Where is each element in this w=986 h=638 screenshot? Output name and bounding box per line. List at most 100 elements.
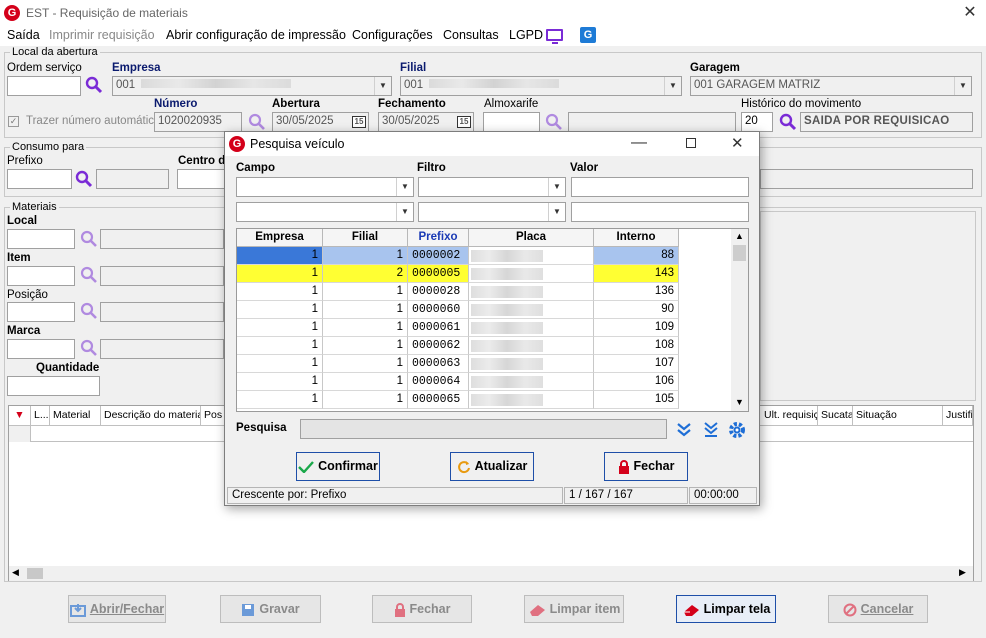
veiculo-row[interactable]: 1 2 0000005 143 — [237, 265, 679, 283]
item-input[interactable] — [7, 266, 75, 286]
abertura-date[interactable]: 30/05/2025 15 — [272, 112, 369, 132]
col-material[interactable]: Material — [50, 406, 101, 426]
filtro-select-1[interactable]: ▼ — [418, 177, 566, 197]
veiculo-row[interactable]: 1 1 0000060 90 — [237, 301, 679, 319]
menu-imprimir-requisicao[interactable]: Imprimir requisição — [49, 28, 155, 42]
double-chevron-down-icon[interactable] — [676, 422, 692, 438]
cell-interno: 136 — [594, 283, 679, 301]
search-icon[interactable] — [80, 230, 98, 248]
veiculo-row[interactable]: 1 1 0000002 88 — [237, 247, 679, 265]
posicao-input[interactable] — [7, 302, 75, 322]
veiculo-row[interactable]: 1 1 0000062 108 — [237, 337, 679, 355]
scroll-thumb[interactable] — [27, 568, 43, 579]
veiculo-row[interactable]: 1 1 0000061 109 — [237, 319, 679, 337]
col-ult-requisicao[interactable]: Ult. requisição — [761, 406, 818, 426]
menu-consultas[interactable]: Consultas — [443, 28, 499, 42]
col-pos[interactable]: Pos — [201, 406, 225, 426]
fechar-button[interactable]: Fechar — [372, 595, 472, 623]
menu-lgpd[interactable]: LGPD — [509, 28, 543, 42]
trazer-numero-checkbox[interactable]: ✓ — [8, 116, 19, 127]
cancelar-button[interactable]: Cancelar — [828, 595, 928, 623]
col-justificativa[interactable]: Justifi — [943, 406, 973, 426]
almoxarife-name — [568, 112, 736, 132]
gear-icon[interactable] — [728, 421, 746, 439]
gravar-button[interactable]: Gravar — [220, 595, 321, 623]
quantidade-input[interactable] — [7, 376, 100, 396]
fechamento-date[interactable]: 30/05/2025 15 — [378, 112, 474, 132]
valor-input-2[interactable] — [571, 202, 749, 222]
abertura-label: Abertura — [272, 98, 320, 110]
posicao-label: Posição — [7, 289, 48, 301]
col-sucata[interactable]: Sucata — [818, 406, 853, 426]
marca-input[interactable] — [7, 339, 75, 359]
prefixo-label: Prefixo — [7, 155, 43, 167]
col-placa[interactable]: Placa — [469, 229, 594, 247]
scroll-up-icon[interactable]: ▲ — [735, 231, 744, 241]
scroll-down-icon[interactable]: ▼ — [735, 397, 744, 407]
scroll-left-icon[interactable]: ◀ — [12, 567, 19, 578]
search-icon[interactable] — [80, 266, 98, 284]
historico-code-input[interactable]: 20 — [741, 112, 773, 132]
abrir-fechar-button[interactable]: Abrir/Fechar — [68, 595, 166, 623]
valor-input-1[interactable] — [571, 177, 749, 197]
minimize-button[interactable]: — — [631, 134, 647, 152]
cell-placa — [469, 337, 594, 355]
numero-input[interactable]: 1020020935 — [154, 112, 242, 132]
limpar-item-button[interactable]: Limpar item — [524, 595, 624, 623]
col-interno[interactable]: Interno — [594, 229, 679, 247]
calendar-icon[interactable]: 15 — [457, 116, 471, 128]
col-situacao[interactable]: Situação — [853, 406, 943, 426]
pesquisa-input[interactable] — [300, 419, 667, 439]
close-window-button[interactable]: ✕ — [960, 3, 980, 23]
centro-input[interactable] — [177, 169, 225, 189]
search-icon[interactable] — [75, 170, 93, 188]
chevron-down-to-end-icon[interactable] — [703, 422, 719, 438]
pesquisa-label: Pesquisa — [236, 422, 287, 434]
veiculo-row[interactable]: 1 1 0000064 106 — [237, 373, 679, 391]
g-app-icon[interactable]: G — [580, 27, 596, 43]
col-filial[interactable]: Filial — [323, 229, 408, 247]
search-icon[interactable] — [80, 302, 98, 320]
menu-abrir-configuracao[interactable]: Abrir configuração de impressão — [166, 28, 346, 42]
prefixo-input[interactable] — [7, 169, 72, 189]
veiculo-row[interactable]: 1 1 0000065 105 — [237, 391, 679, 409]
campo-select-1[interactable]: ▼ — [236, 177, 414, 197]
col-empresa[interactable]: Empresa — [237, 229, 323, 247]
limpar-tela-button[interactable]: Limpar tela — [676, 595, 776, 623]
search-icon[interactable] — [248, 113, 266, 131]
grid-horizontal-scrollbar[interactable]: ◀ ▶ — [9, 566, 973, 581]
filtro-select-2[interactable]: ▼ — [418, 202, 566, 222]
empresa-select[interactable]: 001 ▼ — [112, 76, 392, 96]
confirmar-button[interactable]: Confirmar — [296, 452, 380, 481]
almoxarife-input[interactable] — [483, 112, 540, 132]
sort-triangle-icon[interactable]: ▼ — [9, 406, 31, 426]
local-input[interactable] — [7, 229, 75, 249]
calendar-icon[interactable]: 15 — [352, 116, 366, 128]
dialog-close-button[interactable]: ✕ — [731, 134, 744, 152]
monitor-icon[interactable] — [546, 29, 563, 44]
search-icon[interactable] — [545, 113, 563, 131]
col-descricao[interactable]: Descrição do material — [101, 406, 201, 426]
menu-configuracoes[interactable]: Configurações — [352, 28, 433, 42]
search-icon[interactable] — [80, 339, 98, 357]
dialog-fechar-button[interactable]: Fechar — [604, 452, 688, 481]
search-icon[interactable] — [85, 76, 103, 94]
veiculos-grid[interactable]: Empresa Filial Prefixo Placa Interno 110… — [236, 228, 749, 412]
ordem-servico-input[interactable] — [7, 76, 81, 96]
garagem-select[interactable]: 001 GARAGEM MATRIZ ▼ — [690, 76, 972, 96]
atualizar-button[interactable]: Atualizar — [450, 452, 534, 481]
veiculo-row[interactable]: 1 1 0000063 107 — [237, 355, 679, 373]
status-sort: Crescente por: Prefixo — [227, 487, 563, 504]
scroll-right-icon[interactable]: ▶ — [959, 567, 966, 578]
campo-select-2[interactable]: ▼ — [236, 202, 414, 222]
col-l[interactable]: L... — [31, 406, 50, 426]
scroll-thumb[interactable] — [733, 245, 746, 261]
filial-select[interactable]: 001 ▼ — [400, 76, 682, 96]
col-prefixo[interactable]: Prefixo — [408, 229, 469, 247]
grid-vertical-scrollbar[interactable]: ▲ ▼ — [731, 229, 748, 411]
search-icon[interactable] — [779, 113, 797, 131]
maximize-button[interactable] — [686, 138, 696, 148]
placa-redacted — [471, 322, 543, 334]
veiculo-row[interactable]: 1 1 0000028 136 — [237, 283, 679, 301]
menu-saida[interactable]: Saída — [7, 28, 40, 42]
